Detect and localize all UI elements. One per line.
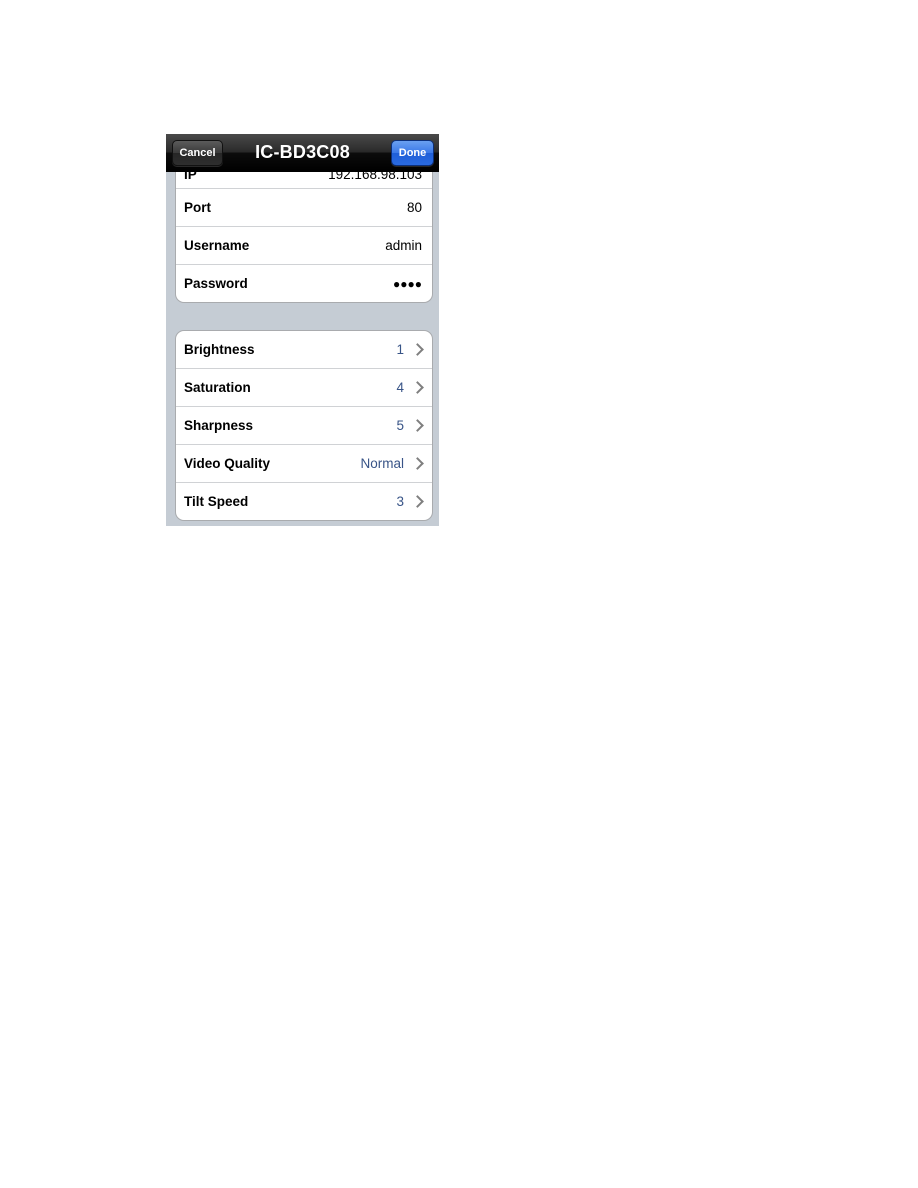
video-quality-value: Normal [360,456,404,471]
tilt-speed-row[interactable]: Tilt Speed 3 [176,483,432,520]
brightness-row[interactable]: Brightness 1 [176,331,432,369]
chevron-right-icon [411,381,424,394]
brightness-value: 1 [396,342,404,357]
sharpness-value: 5 [396,418,404,433]
chevron-right-icon [411,419,424,432]
sharpness-label: Sharpness [184,418,254,433]
password-row[interactable]: Password ●●●● [176,265,432,302]
username-label: Username [184,238,250,253]
brightness-label: Brightness [184,342,255,357]
image-settings-group: Brightness 1 Saturation 4 Sharpness 5 Vi… [175,330,433,521]
saturation-label: Saturation [184,380,251,395]
chevron-right-icon [411,343,424,356]
device-settings-screen: IP 192.168.98.103 Port 80 Username admin… [166,134,439,526]
port-value[interactable]: 80 [407,200,422,215]
username-value[interactable]: admin [385,238,422,253]
chevron-right-icon [411,495,424,508]
port-row[interactable]: Port 80 [176,189,432,227]
done-button[interactable]: Done [391,140,434,166]
connection-settings-group: IP 192.168.98.103 Port 80 Username admin… [175,160,433,303]
username-row[interactable]: Username admin [176,227,432,265]
saturation-row[interactable]: Saturation 4 [176,369,432,407]
tilt-speed-value: 3 [396,494,404,509]
port-label: Port [184,200,211,215]
tilt-speed-label: Tilt Speed [184,494,249,509]
chevron-right-icon [411,457,424,470]
password-label: Password [184,276,248,291]
password-value[interactable]: ●●●● [393,277,422,291]
saturation-value: 4 [396,380,404,395]
sharpness-row[interactable]: Sharpness 5 [176,407,432,445]
video-quality-label: Video Quality [184,456,271,471]
navigation-bar: Cancel IC-BD3C08 Done [166,134,439,172]
video-quality-row[interactable]: Video Quality Normal [176,445,432,483]
